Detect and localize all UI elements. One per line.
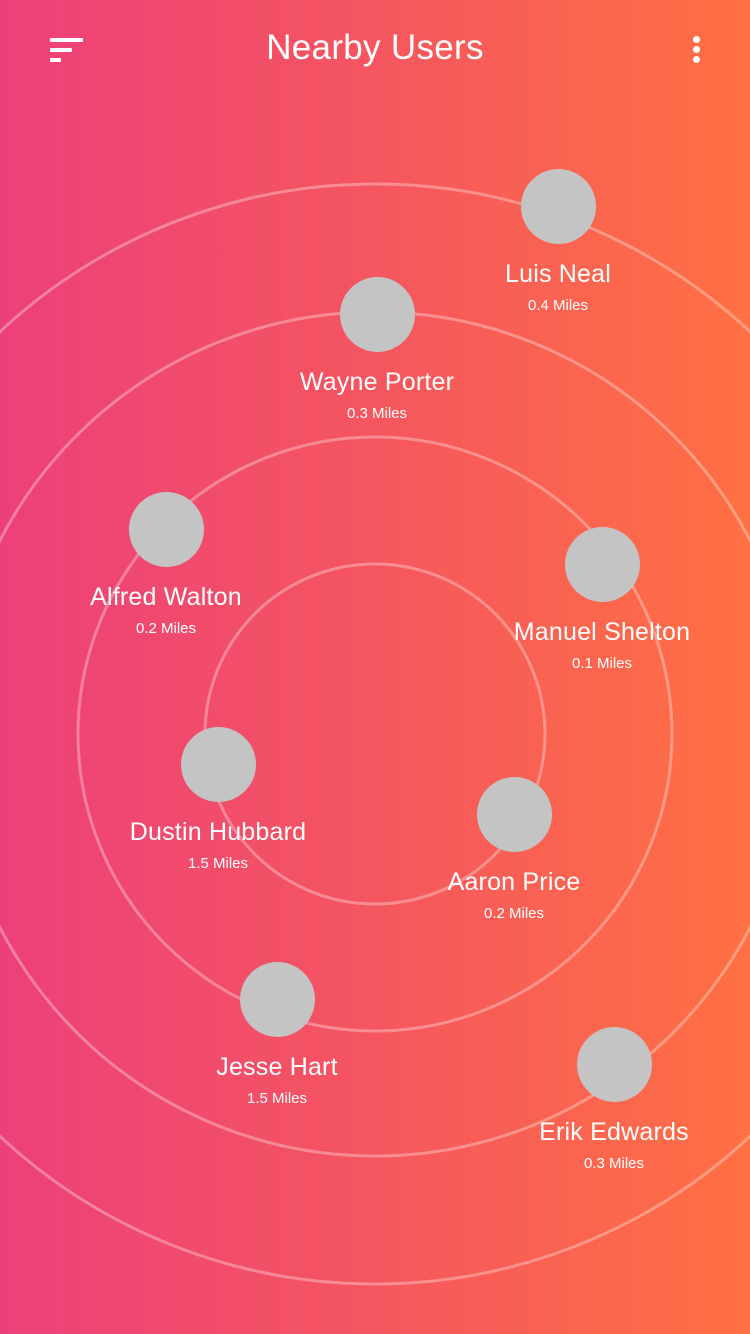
avatar	[564, 527, 640, 602]
user-marker[interactable]: Manuel Shelton 0.1 Miles	[482, 527, 722, 673]
avatar	[520, 169, 596, 244]
avatar	[476, 777, 552, 852]
user-name: Alfred Walton	[90, 583, 242, 611]
user-name: Wayne Porter	[299, 368, 455, 396]
user-name: Aaron Price	[447, 868, 581, 896]
user-name: Jesse Hart	[216, 1053, 338, 1081]
user-distance: 0.3 Miles	[583, 1155, 645, 1172]
more-vertical-icon[interactable]	[680, 30, 714, 70]
user-marker[interactable]: Jesse Hart 1.5 Miles	[157, 962, 397, 1108]
user-distance: 1.5 Miles	[187, 855, 249, 872]
user-name: Erik Edwards	[539, 1118, 689, 1146]
page-title: Nearby Users	[266, 28, 484, 67]
more-dot	[693, 56, 700, 63]
user-distance: 1.5 Miles	[246, 1090, 308, 1107]
user-distance: 0.2 Miles	[135, 620, 197, 637]
user-distance: 0.2 Miles	[483, 905, 545, 922]
avatar	[239, 962, 315, 1037]
avatar	[576, 1027, 652, 1102]
user-marker[interactable]: Wayne Porter 0.3 Miles	[257, 277, 497, 423]
more-dot	[693, 36, 700, 43]
more-dot	[693, 46, 700, 53]
user-distance: 0.3 Miles	[346, 405, 408, 422]
user-name: Manuel Shelton	[513, 618, 691, 646]
user-distance: 0.1 Miles	[571, 655, 633, 672]
nearby-users-screen: Nearby Users Luis Neal 0.4 Miles Wayne P…	[0, 0, 750, 1334]
user-marker[interactable]: Aaron Price 0.2 Miles	[394, 777, 634, 923]
user-name: Dustin Hubbard	[129, 818, 307, 846]
avatar	[339, 277, 415, 352]
user-marker[interactable]: Dustin Hubbard 1.5 Miles	[98, 727, 338, 873]
avatar	[128, 492, 204, 567]
avatar	[180, 727, 256, 802]
user-marker[interactable]: Erik Edwards 0.3 Miles	[494, 1027, 734, 1173]
user-marker[interactable]: Alfred Walton 0.2 Miles	[46, 492, 286, 638]
